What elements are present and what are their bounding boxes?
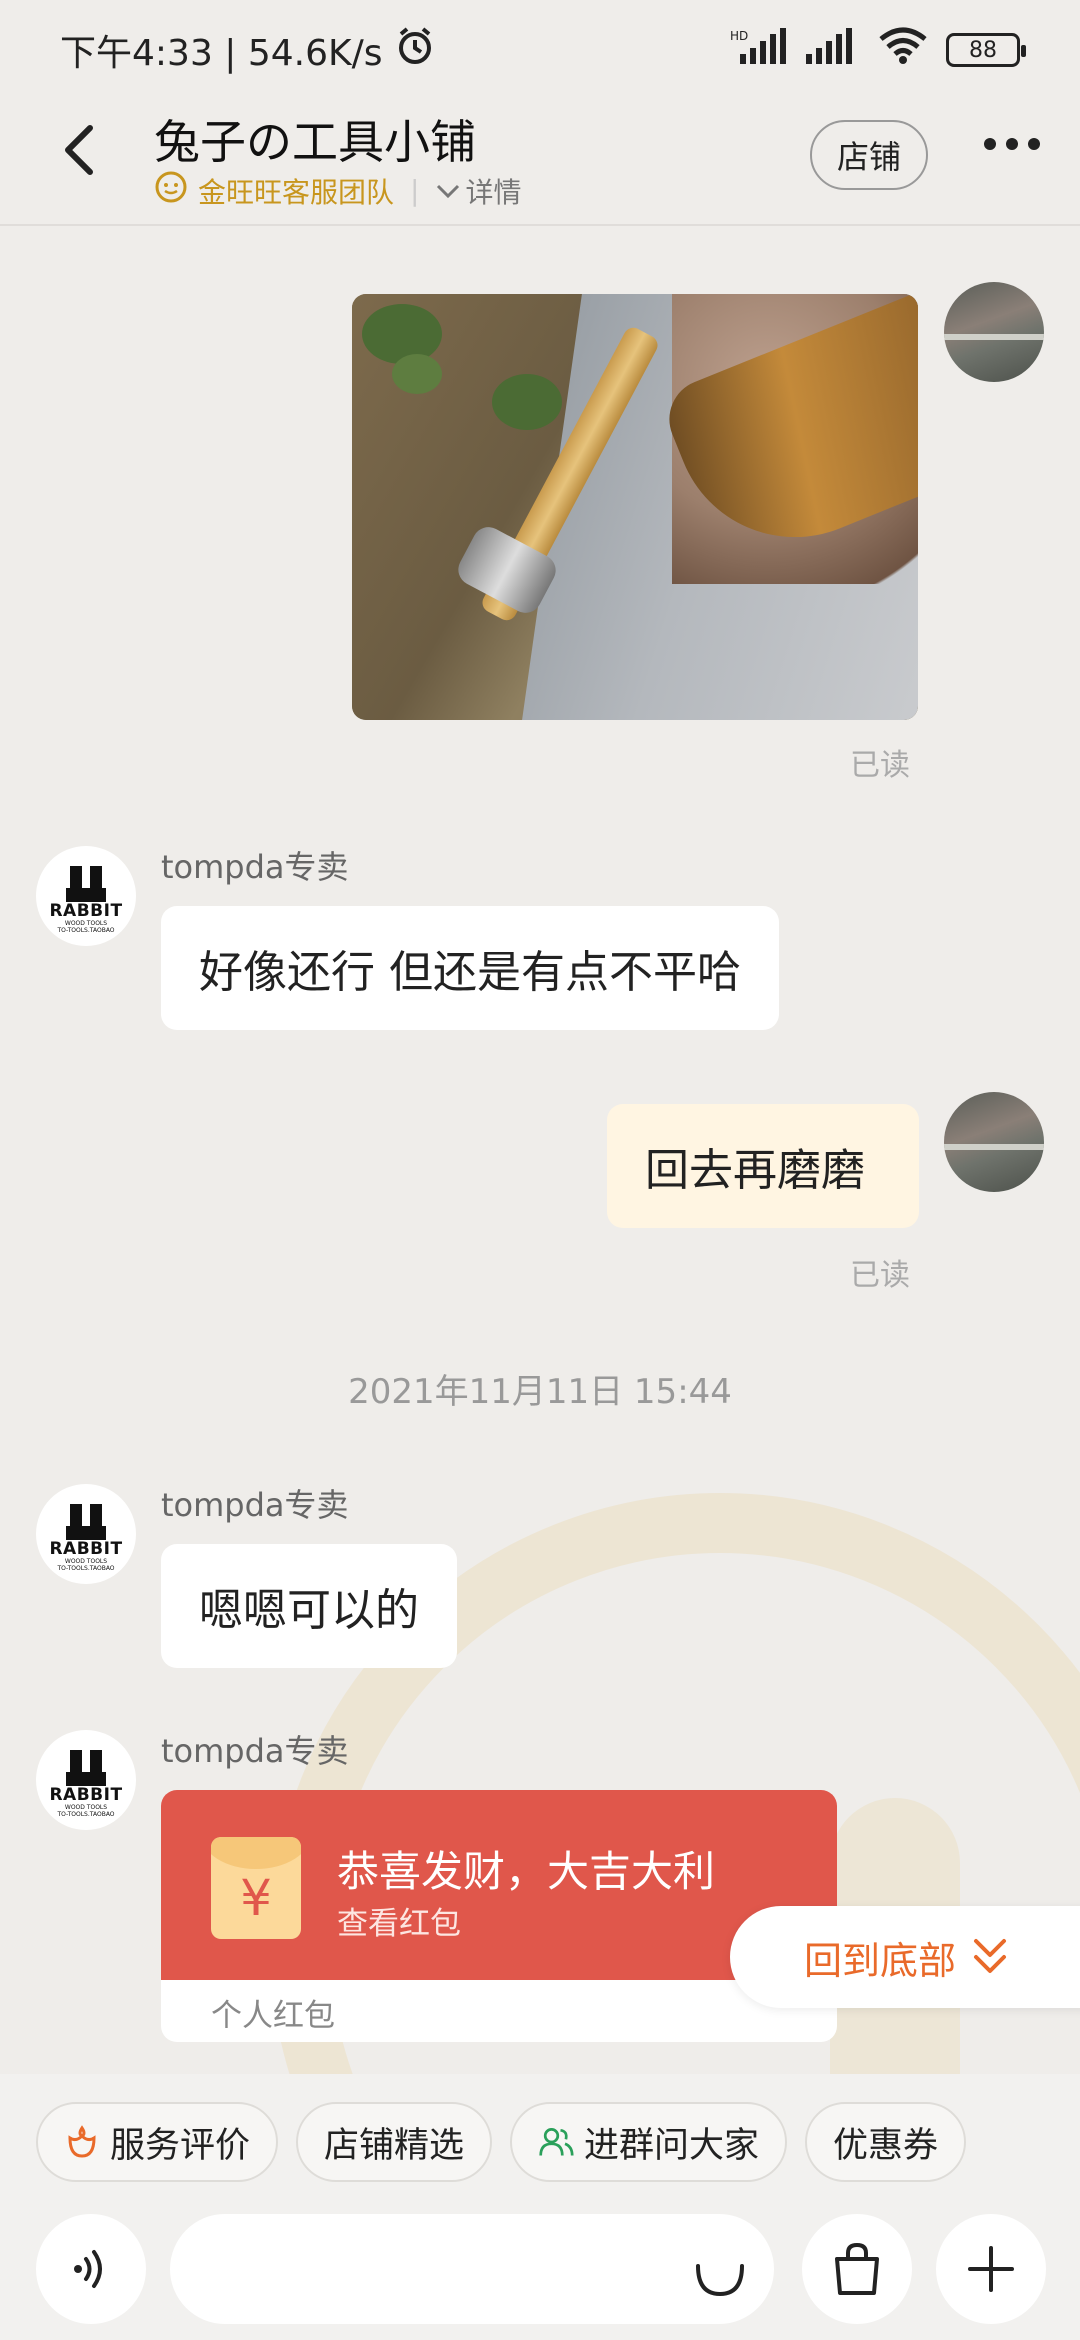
- red-packet-footer: 个人红包: [211, 1998, 335, 2034]
- battery-indicator: 88: [946, 33, 1026, 67]
- my-avatar[interactable]: [944, 282, 1044, 382]
- more-options-button[interactable]: [936, 2214, 1046, 2324]
- alarm-icon: [395, 26, 435, 75]
- more-dots-icon: [984, 138, 996, 150]
- rabbit-logo-icon: [64, 858, 108, 902]
- read-receipt: 已读: [850, 748, 910, 783]
- svg-text:HD: HD: [730, 29, 748, 43]
- rabbit-logo-icon: [64, 1742, 108, 1786]
- quick-actions-bar: 服务评价 店铺精选 进群问大家 优惠券: [0, 2074, 1080, 2210]
- seller-avatar[interactable]: RABBIT WOOD TOOLS TO-TOOLS.TAOBAO: [36, 1730, 136, 1830]
- red-packet-title: 恭喜发财，大吉大利: [337, 1847, 716, 1896]
- join-group-chip[interactable]: 进群问大家: [510, 2102, 788, 2182]
- sent-photo-hammer[interactable]: [352, 294, 918, 720]
- flower-icon: [64, 2124, 100, 2160]
- subtitle-divider: |: [410, 174, 420, 207]
- signal-icon: [806, 27, 860, 73]
- sender-name: tompda专卖: [161, 1486, 349, 1524]
- seller-avatar[interactable]: RABBIT WOOD TOOLS TO-TOOLS.TAOBAO: [36, 1484, 136, 1584]
- incoming-message[interactable]: 嗯嗯可以的: [161, 1544, 457, 1668]
- outgoing-message[interactable]: 回去再磨磨: [607, 1104, 919, 1228]
- more-menu-button[interactable]: [984, 138, 1040, 150]
- coupon-chip[interactable]: 优惠券: [805, 2102, 967, 2182]
- input-bar: [0, 2210, 1080, 2340]
- chat-header: 兔子の工具小铺 金旺旺客服团队 | 详情 店铺: [0, 100, 1080, 226]
- red-envelope-icon: ¥: [211, 1837, 301, 1939]
- chat-area[interactable]: 已读 RABBIT WOOD TOOLS TO-TOOLS.TAOBAO tom…: [0, 228, 1080, 2074]
- service-team-label: 金旺旺客服团队: [198, 175, 395, 209]
- group-icon: [538, 2124, 574, 2160]
- back-button[interactable]: [48, 120, 108, 180]
- message-input[interactable]: [170, 2214, 774, 2324]
- incoming-message[interactable]: 好像还行 但还是有点不平哈: [161, 906, 779, 1030]
- store-picks-chip[interactable]: 店铺精选: [296, 2102, 493, 2182]
- shopping-bag-icon: [835, 2242, 879, 2295]
- status-bar: 下午4:33 | 54.6K/s HD 88: [0, 0, 1080, 100]
- plus-icon: [968, 2246, 1014, 2292]
- my-avatar[interactable]: [944, 1092, 1044, 1192]
- read-receipt: 已读: [850, 1258, 910, 1293]
- sender-name: tompda专卖: [161, 848, 349, 886]
- shop-title: 兔子の工具小铺: [154, 115, 476, 169]
- store-button[interactable]: 店铺: [810, 120, 928, 190]
- chevron-down-icon: [437, 184, 460, 198]
- back-to-bottom-label: 回到底部: [804, 1938, 957, 1983]
- chevron-left-icon: [65, 125, 93, 175]
- signal-hd-icon: HD: [730, 27, 788, 73]
- status-time-speed: 下午4:33 | 54.6K/s: [60, 33, 383, 74]
- header-subtitle: 金旺旺客服团队 | 详情: [154, 170, 521, 211]
- red-packet-subtitle: 查看红包: [337, 1906, 461, 1942]
- detail-label: 详情: [465, 175, 522, 209]
- sender-name: tompda专卖: [161, 1732, 349, 1770]
- service-review-chip[interactable]: 服务评价: [36, 2102, 279, 2182]
- emoji-button[interactable]: [690, 2240, 750, 2300]
- voice-button[interactable]: [36, 2214, 146, 2324]
- red-packet-card[interactable]: ¥ 恭喜发财，大吉大利 查看红包 个人红包: [161, 1790, 837, 2042]
- timestamp-divider: 2021年11月11日 15:44: [348, 1372, 732, 1412]
- double-chevron-down-icon: [974, 1939, 1007, 1973]
- emoji-icon: [696, 2264, 744, 2297]
- wifi-icon: [878, 27, 928, 74]
- rabbit-logo-icon: [64, 1496, 108, 1540]
- voice-icon: [74, 2250, 102, 2288]
- battery-level: 88: [969, 37, 997, 63]
- seller-avatar[interactable]: RABBIT WOOD TOOLS TO-TOOLS.TAOBAO: [36, 846, 136, 946]
- shopping-bag-button[interactable]: [802, 2214, 912, 2324]
- service-team-icon: [154, 170, 188, 211]
- back-to-bottom-button[interactable]: 回到底部: [730, 1906, 1080, 2008]
- detail-toggle[interactable]: 详情: [435, 171, 521, 211]
